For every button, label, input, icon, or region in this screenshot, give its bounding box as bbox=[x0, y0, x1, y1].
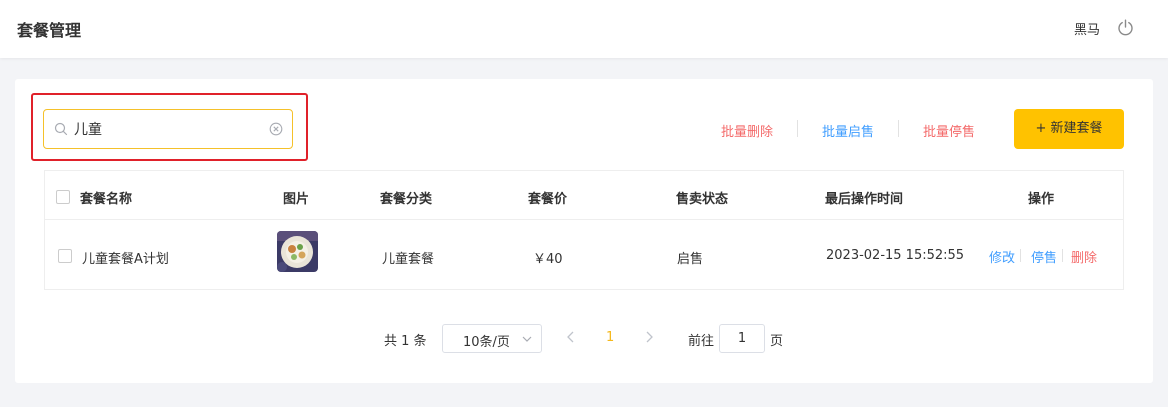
combo-image[interactable] bbox=[277, 231, 318, 272]
select-all-checkbox[interactable] bbox=[56, 190, 70, 204]
batch-start-sale-button[interactable]: 批量启售 bbox=[822, 121, 874, 140]
combo-category: 儿童套餐 bbox=[382, 252, 435, 267]
combo-table: 套餐名称 图片 套餐分类 套餐价 售卖状态 最后操作时间 操作 儿童套餐A计划 … bbox=[44, 170, 1124, 290]
goto-suffix: 页 bbox=[770, 334, 784, 349]
delete-link[interactable]: 删除 bbox=[1071, 247, 1097, 266]
column-header-status: 售卖状态 bbox=[676, 192, 729, 207]
power-icon[interactable] bbox=[1117, 19, 1134, 36]
header-divider bbox=[45, 219, 1123, 220]
divider bbox=[1020, 249, 1021, 262]
divider bbox=[1062, 249, 1063, 262]
chevron-down-icon bbox=[522, 336, 532, 342]
new-combo-button[interactable]: + 新建套餐 bbox=[1014, 109, 1124, 149]
column-header-category: 套餐分类 bbox=[380, 192, 433, 207]
prev-page-icon[interactable] bbox=[566, 331, 576, 343]
page-title: 套餐管理 bbox=[17, 21, 82, 40]
divider bbox=[898, 120, 899, 137]
search-icon bbox=[54, 122, 68, 136]
goto-label: 前往 bbox=[688, 334, 715, 349]
stop-sale-link[interactable]: 停售 bbox=[1031, 247, 1057, 266]
column-header-updated: 最后操作时间 bbox=[825, 192, 904, 207]
current-page[interactable]: 1 bbox=[606, 330, 614, 345]
combo-updated-time: 2023-02-15 15:52:55 bbox=[826, 248, 965, 263]
edit-link[interactable]: 修改 bbox=[989, 247, 1015, 266]
pagination-total: 共 1 条 bbox=[384, 334, 427, 349]
combo-price: ￥40 bbox=[533, 252, 563, 267]
user-name[interactable]: 黑马 bbox=[1074, 19, 1100, 38]
dish-photo bbox=[277, 231, 318, 272]
batch-delete-button[interactable]: 批量删除 bbox=[721, 121, 773, 140]
next-page-icon[interactable] bbox=[644, 331, 654, 343]
search-input[interactable] bbox=[74, 119, 264, 139]
divider bbox=[797, 120, 798, 137]
page-size-select[interactable]: 10条/页 bbox=[442, 324, 542, 353]
column-header-price: 套餐价 bbox=[528, 192, 568, 207]
batch-stop-sale-button[interactable]: 批量停售 bbox=[923, 121, 975, 140]
top-bar: 套餐管理 黑马 bbox=[0, 0, 1168, 58]
search-box[interactable] bbox=[43, 109, 293, 149]
column-header-name: 套餐名称 bbox=[80, 192, 133, 207]
page-size-value: 10条/页 bbox=[463, 335, 510, 350]
combo-status: 启售 bbox=[677, 252, 704, 267]
column-header-image: 图片 bbox=[283, 192, 310, 207]
clear-icon[interactable] bbox=[269, 122, 283, 136]
column-header-actions: 操作 bbox=[1028, 192, 1055, 207]
row-checkbox[interactable] bbox=[58, 249, 72, 263]
combo-name: 儿童套餐A计划 bbox=[82, 252, 169, 267]
goto-page-input[interactable]: 1 bbox=[719, 324, 765, 353]
